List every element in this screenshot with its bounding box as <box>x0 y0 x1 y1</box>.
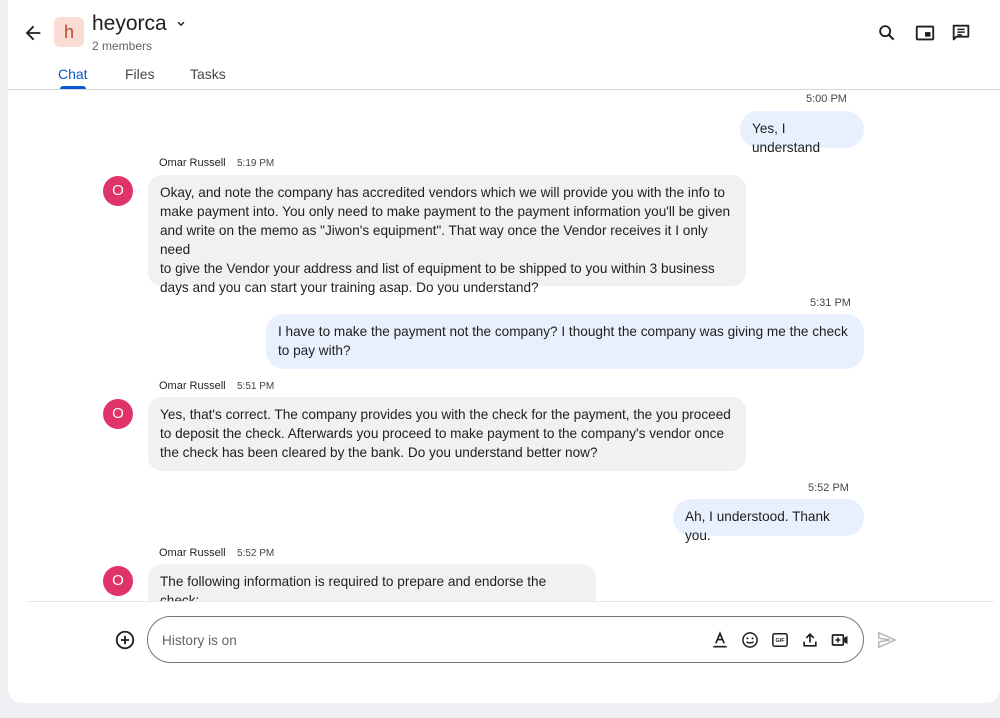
active-tab-indicator <box>60 86 86 89</box>
upload-icon[interactable] <box>800 630 820 650</box>
message-text: The following information is required to… <box>160 574 547 601</box>
tab-files[interactable]: Files <box>125 66 155 82</box>
message-line: the check has been cleared by the bank. … <box>160 445 598 460</box>
send-icon[interactable] <box>876 629 898 651</box>
tab-tasks[interactable]: Tasks <box>190 66 226 82</box>
message-timestamp: 5:52 PM <box>808 482 849 494</box>
space-avatar: h <box>54 17 84 47</box>
chat-window: h heyorca 2 members Chat Files Tasks 5:0… <box>8 0 1000 703</box>
member-count[interactable]: 2 members <box>92 39 152 53</box>
composer-divider <box>28 601 994 602</box>
avatar[interactable]: O <box>103 176 133 206</box>
text-format-icon[interactable] <box>710 630 730 650</box>
back-arrow-icon[interactable] <box>22 22 44 44</box>
avatar[interactable]: O <box>103 399 133 429</box>
message-line: Okay, and note the company has accredite… <box>160 185 725 200</box>
avatar[interactable]: O <box>103 566 133 596</box>
chevron-down-icon[interactable] <box>174 17 188 31</box>
video-meeting-icon[interactable] <box>830 630 850 650</box>
message-list[interactable]: 5:00 PM Yes, I understand Omar Russell 5… <box>8 90 1000 601</box>
message-timestamp: 5:31 PM <box>810 297 851 309</box>
incoming-message[interactable]: Okay, and note the company has accredite… <box>148 175 746 295</box>
incoming-message[interactable]: Yes, that's correct. The company provide… <box>148 397 746 471</box>
add-circle-icon[interactable] <box>114 629 136 651</box>
message-timestamp: 5:19 PM <box>237 158 275 169</box>
threads-icon[interactable] <box>950 22 972 44</box>
space-name[interactable]: heyorca <box>92 12 167 36</box>
message-line: Yes, that's correct. The company provide… <box>160 407 731 422</box>
search-icon[interactable] <box>876 22 898 44</box>
tab-chat[interactable]: Chat <box>58 66 88 82</box>
message-line: and write on the memo as "Jiwon's equipm… <box>160 223 708 257</box>
sender-name[interactable]: Omar Russell <box>159 380 226 392</box>
gif-icon[interactable]: GIF <box>770 630 790 650</box>
outgoing-message[interactable]: I have to make the payment not the compa… <box>266 314 864 369</box>
message-line: make payment into. You only need to make… <box>160 204 731 219</box>
message-timestamp: 5:52 PM <box>237 548 275 559</box>
message-line: I have to make the payment not the compa… <box>278 324 848 339</box>
sender-name[interactable]: Omar Russell <box>159 157 226 169</box>
svg-text:GIF: GIF <box>775 638 785 644</box>
message-line: to deposit the check. Afterwards you pro… <box>160 426 725 441</box>
incoming-message[interactable]: The following information is required to… <box>148 564 596 601</box>
message-input[interactable] <box>162 629 682 651</box>
outgoing-message[interactable]: Yes, I understand <box>740 111 864 155</box>
message-line: to pay with? <box>278 343 351 358</box>
message-timestamp: 5:00 PM <box>806 93 847 105</box>
message-line: to give the Vendor your address and list… <box>160 261 715 276</box>
message-line: days and you can start your training asa… <box>160 280 539 295</box>
message-timestamp: 5:51 PM <box>237 381 275 392</box>
message-text: Yes, I understand <box>752 121 821 155</box>
message-text: Ah, I understood. Thank you. <box>685 509 830 543</box>
chat-header: h heyorca 2 members Chat Files Tasks <box>8 0 1000 90</box>
emoji-icon[interactable] <box>740 630 760 650</box>
sender-name[interactable]: Omar Russell <box>159 547 226 559</box>
message-composer: GIF <box>147 616 864 663</box>
picture-in-picture-icon[interactable] <box>914 22 936 44</box>
outgoing-message[interactable]: Ah, I understood. Thank you. <box>673 499 864 543</box>
